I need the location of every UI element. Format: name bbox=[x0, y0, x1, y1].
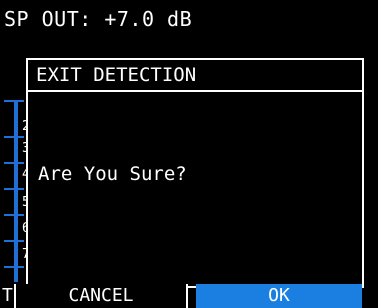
background-list-row bbox=[4, 240, 24, 242]
background-list-row bbox=[4, 266, 24, 268]
sp-out-readout: SP OUT: +7.0 dB bbox=[4, 7, 193, 31]
ok-button[interactable]: OK bbox=[196, 284, 362, 308]
background-list-row bbox=[4, 100, 24, 102]
background-list-side-letter: T bbox=[2, 285, 13, 306]
cancel-button[interactable]: CANCEL bbox=[14, 284, 188, 308]
dialog-button-row: CANCEL OK bbox=[14, 284, 362, 308]
background-list-row bbox=[4, 162, 24, 164]
background-list-row bbox=[4, 136, 24, 138]
dialog-title: EXIT DETECTION bbox=[28, 60, 362, 92]
exit-detection-dialog: EXIT DETECTION Are You Sure? bbox=[26, 58, 364, 288]
dialog-message: Are You Sure? bbox=[38, 163, 187, 185]
device-screen: SP OUT: +7.0 dB 2 3 4 5 6 7 T EXIT DETEC… bbox=[0, 0, 378, 308]
background-list-row bbox=[4, 214, 24, 216]
background-list-scrollbar bbox=[14, 100, 18, 282]
background-list-row bbox=[4, 188, 24, 190]
